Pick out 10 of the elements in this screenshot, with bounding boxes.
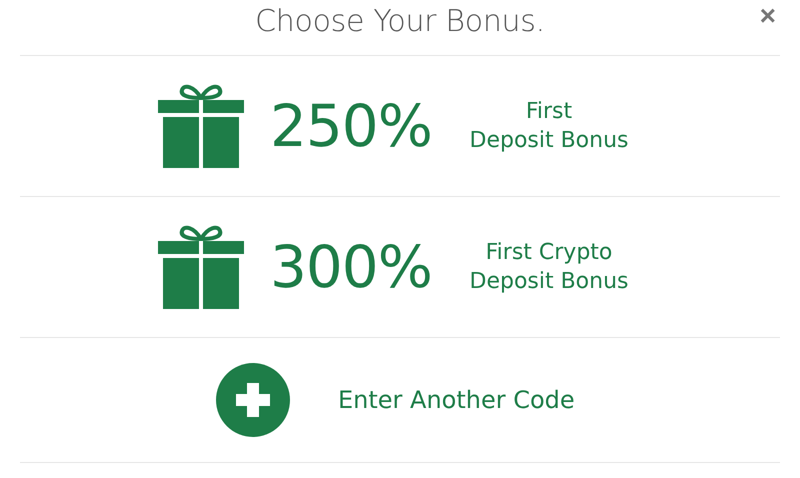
- dialog-title: Choose Your Bonus.: [255, 4, 545, 39]
- bonus-label: First Deposit Bonus: [468, 98, 630, 155]
- bonus-percentage: 300%: [270, 233, 433, 301]
- gift-icon: [158, 225, 244, 309]
- gift-icon: [158, 84, 244, 168]
- bonus-percentage: 250%: [270, 92, 433, 160]
- close-button[interactable]: ×: [756, 2, 780, 30]
- enter-code-link[interactable]: Enter Another Code: [338, 386, 575, 414]
- plus-circle-icon[interactable]: [216, 363, 290, 437]
- bonus-label: First Crypto Deposit Bonus: [468, 239, 630, 296]
